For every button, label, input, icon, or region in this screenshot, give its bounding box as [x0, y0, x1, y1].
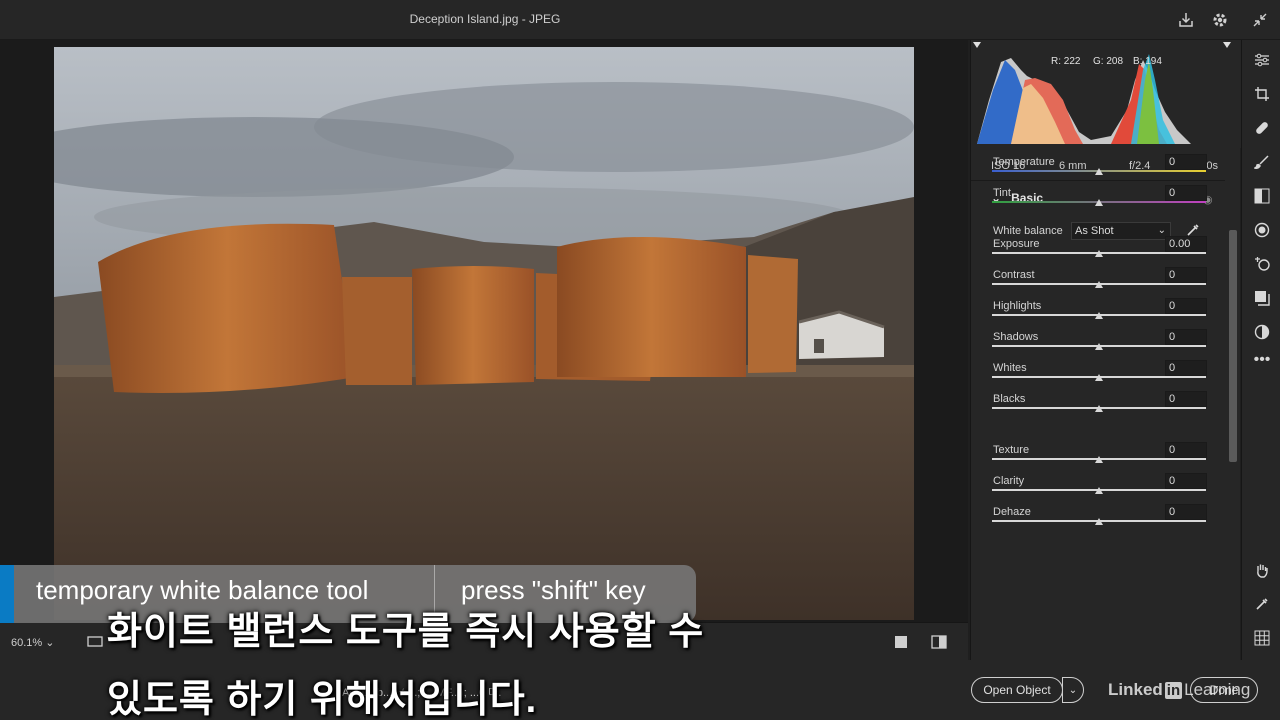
histogram-g: G: 208	[1093, 56, 1124, 67]
slider-thumb[interactable]	[1095, 199, 1103, 206]
slider-thumb[interactable]	[1095, 456, 1103, 463]
camera-raw-window: Deception Island.jpg - JPEG 60.1% ⌄ R: 2…	[0, 0, 1280, 720]
snapshots-icon[interactable]	[1252, 288, 1272, 308]
white-balance-select[interactable]: As Shot ⌄	[1071, 222, 1171, 240]
slider-label: Tint	[993, 187, 1011, 199]
slider-value-input[interactable]: 0	[1165, 360, 1207, 376]
presets-icon[interactable]	[1252, 322, 1272, 342]
slider-label: Shadows	[993, 331, 1039, 343]
chevron-down-icon: ⌄	[45, 637, 55, 649]
lower-third-accent	[0, 565, 14, 623]
histogram: R: 222 G: 208 B: 194	[971, 40, 1241, 148]
white-balance-value: As Shot	[1075, 225, 1114, 237]
tool-rail: •••	[1241, 40, 1280, 660]
basic-section: ⌄ Basic ◉ White balance As Shot ⌄ Temper…	[971, 154, 1225, 660]
slider-value-input[interactable]: 0.00	[1165, 236, 1207, 252]
brand-in: in	[1164, 681, 1183, 699]
slider-thumb[interactable]	[1095, 518, 1103, 525]
histogram-r: R: 222	[1051, 56, 1081, 67]
slider-label: Temperature	[993, 156, 1055, 168]
linkedin-learning-logo: Linked in Learning	[1108, 680, 1250, 700]
open-object-button[interactable]: Open Object	[971, 677, 1063, 703]
gear-icon[interactable]	[1210, 10, 1230, 30]
slider-thumb[interactable]	[1095, 374, 1103, 381]
before-after-icon[interactable]	[892, 633, 910, 651]
edit-sliders-icon[interactable]	[1252, 50, 1272, 70]
slider-value-input[interactable]: 0	[1165, 473, 1207, 489]
slider-value-input[interactable]: 0	[1165, 298, 1207, 314]
zoom-value: 60.1%	[11, 637, 43, 649]
slider-label: Blacks	[993, 393, 1026, 405]
histogram-b: B: 194	[1133, 56, 1162, 67]
slider-thumb[interactable]	[1095, 312, 1103, 319]
brush-icon[interactable]	[1252, 152, 1272, 172]
brand-left: Linked	[1108, 680, 1163, 699]
slider-value-input[interactable]: 0	[1165, 442, 1207, 458]
healing-icon[interactable]	[1252, 118, 1272, 138]
hand-icon[interactable]	[1252, 560, 1272, 580]
slider-value-input[interactable]: 0	[1165, 504, 1207, 520]
slider-thumb[interactable]	[1095, 250, 1103, 257]
document-title: Deception Island.jpg - JPEG	[409, 12, 561, 26]
white-balance-label: White balance	[993, 225, 1063, 237]
brand-right: Learning	[1184, 680, 1251, 699]
subtitle-line-2: 있도록 하기 위해서입니다.	[107, 679, 538, 720]
chevron-down-icon: ⌄	[1068, 684, 1078, 696]
red-eye-icon[interactable]	[1252, 254, 1272, 274]
tank-1	[98, 223, 356, 393]
slider-label: Texture	[993, 444, 1030, 456]
slider-thumb[interactable]	[1095, 487, 1103, 494]
panel-scrollbar[interactable]	[1227, 182, 1239, 660]
edit-panel: R: 222 G: 208 B: 194 ISO 16 6 mm f/2.4 1…	[970, 40, 1241, 660]
slider-value-input[interactable]: 0	[1165, 329, 1207, 345]
more-icon[interactable]: •••	[1252, 350, 1272, 370]
subtitle-line-1: 화이트 밸런스 도구를 즉시 사용할 수	[107, 611, 705, 653]
slider-label: Whites	[993, 362, 1027, 374]
zoom-level[interactable]: 60.1% ⌄	[11, 636, 54, 649]
slider-label: Exposure	[993, 238, 1040, 250]
slider-label: Dehaze	[993, 506, 1031, 518]
slider-value-input[interactable]: 0	[1165, 267, 1207, 283]
color-sampler-icon[interactable]	[1252, 594, 1272, 614]
slider-label: Highlights	[993, 300, 1042, 312]
slider-value-input[interactable]: 0	[1165, 391, 1207, 407]
slider-thumb[interactable]	[1095, 405, 1103, 412]
slider-thumb[interactable]	[1095, 168, 1103, 175]
split-view-icon[interactable]	[930, 633, 948, 651]
photo-preview[interactable]	[54, 47, 914, 620]
slider-thumb[interactable]	[1095, 281, 1103, 288]
slider-value-input[interactable]: 0	[1165, 154, 1207, 170]
slider-label: Clarity	[993, 475, 1025, 487]
slider-label: Contrast	[993, 269, 1035, 281]
scrollbar-thumb[interactable]	[1229, 230, 1237, 462]
collapse-icon[interactable]	[1250, 10, 1270, 30]
save-icon[interactable]	[1176, 10, 1196, 30]
slider-value-input[interactable]: 0	[1165, 185, 1207, 201]
crop-icon[interactable]	[1252, 84, 1272, 104]
grid-icon[interactable]	[1252, 628, 1272, 648]
linear-gradient-icon[interactable]	[1252, 186, 1272, 206]
filmstrip-icon[interactable]	[86, 633, 104, 651]
radial-gradient-icon[interactable]	[1252, 220, 1272, 240]
slider-thumb[interactable]	[1095, 343, 1103, 350]
title-bar: Deception Island.jpg - JPEG	[0, 0, 1280, 40]
